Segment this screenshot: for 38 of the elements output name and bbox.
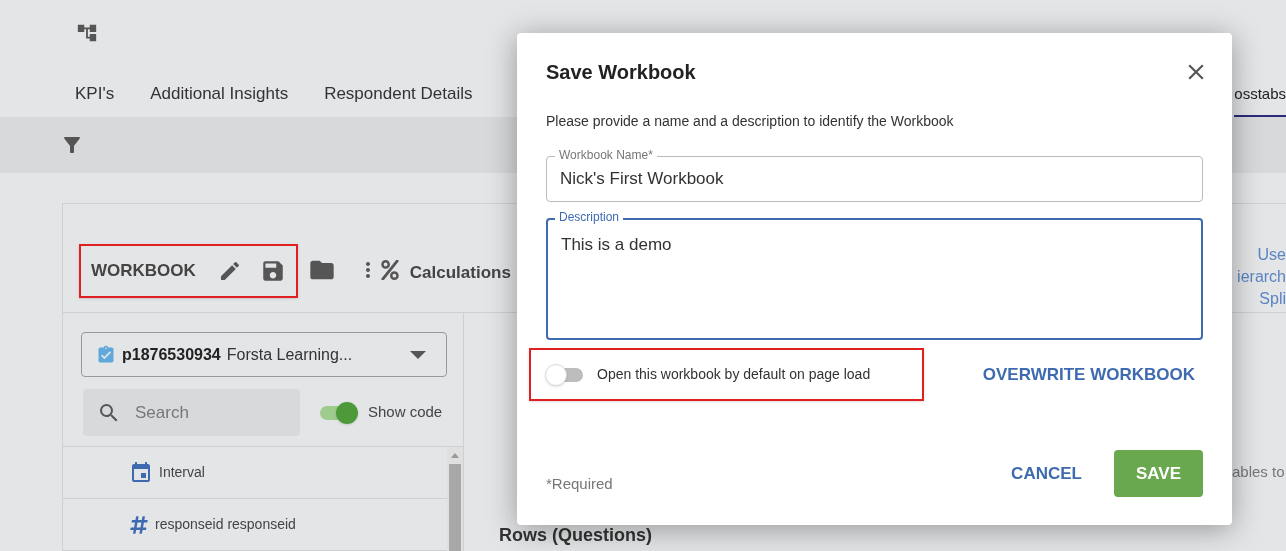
field-value: This is a demo (561, 235, 672, 254)
percent-icon[interactable] (379, 260, 400, 280)
tab[interactable]: Respondent Details (324, 73, 473, 117)
field-label: Workbook Name* (555, 148, 657, 162)
calculations-label[interactable]: Calculations (409, 260, 511, 286)
tab[interactable]: Additional Insights (150, 73, 289, 117)
variable-label: Interval (159, 463, 205, 482)
hash-icon (129, 514, 149, 535)
search-field[interactable]: Search (83, 389, 300, 436)
rows-heading: Rows (Questions) (499, 523, 653, 547)
field-label: Description (555, 210, 624, 224)
dataset-dropdown[interactable]: p1876530934 Forsta Learning... (81, 332, 447, 377)
dialog-instructions: Please provide a name and a description to identify the Workbook (546, 112, 955, 131)
column-option-text: Spli (1259, 289, 1286, 309)
dialog-title: Save Workbook (546, 60, 696, 85)
variable-item[interactable]: responseid responseid (63, 499, 447, 551)
required-note: *Required (546, 473, 613, 494)
toggle-switch[interactable] (318, 401, 358, 424)
hint-text: ables to (1232, 462, 1286, 482)
column-option-text: Use (1257, 245, 1286, 265)
show-code-label: Show code (368, 402, 443, 423)
toggle-switch[interactable] (545, 363, 585, 386)
field-value: Nick's First Workbook (560, 168, 724, 191)
cancel-button[interactable]: CANCEL (1001, 450, 1092, 497)
calendar-icon (129, 460, 153, 485)
overwrite-button[interactable]: OVERWRITE WORKBOOK (982, 361, 1195, 388)
column-option-text: ierarch (1237, 267, 1286, 287)
workbook-label: WORKBOOK (91, 260, 196, 283)
dataset-name: Forsta Learning... (226, 344, 353, 365)
hierarchy-icon[interactable] (76, 22, 98, 44)
scrollbar[interactable] (447, 447, 463, 551)
default-open-label: Open this workbook by default on page load (597, 365, 871, 384)
clipboard-check-icon (96, 344, 116, 365)
dataset-code: p1876530934 (122, 344, 221, 365)
variable-item[interactable]: Interval (63, 447, 447, 499)
dropdown-caret-icon (410, 350, 426, 359)
tab[interactable]: KPI's (75, 73, 115, 117)
variable-label: responseid responseid (155, 515, 296, 534)
